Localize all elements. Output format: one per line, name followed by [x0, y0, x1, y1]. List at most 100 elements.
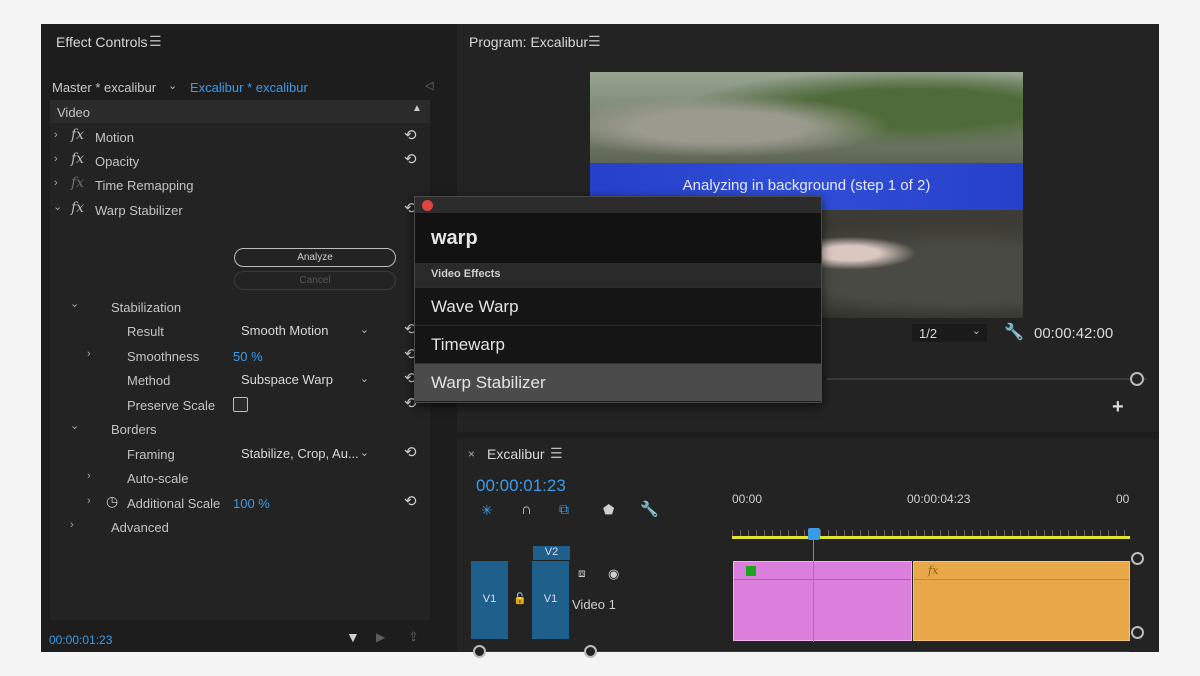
playhead-scrubber[interactable] [827, 378, 1147, 380]
fx-icon: fx [71, 175, 85, 191]
timeline-timecode[interactable]: 00:00:01:23 [476, 476, 566, 496]
chevron-down-icon[interactable]: ⌄ [168, 79, 177, 92]
marker-icon[interactable]: ⬟ [603, 502, 614, 518]
sync-lock-icon[interactable]: ⧈ [578, 566, 586, 581]
close-tab-icon[interactable]: × [468, 447, 475, 461]
source-v1-toggle[interactable]: V1 [471, 561, 508, 639]
clip-pink[interactable] [733, 561, 912, 641]
wrench-icon[interactable]: 🔧 [640, 500, 659, 518]
reset-icon[interactable]: ⟲ [404, 126, 417, 144]
timeline-tab[interactable]: Excalibur [487, 446, 545, 462]
smoothness-value[interactable]: 50 % [233, 349, 263, 364]
effect-time-remapping[interactable]: › fx Time Remapping [50, 173, 430, 196]
panel-menu-icon[interactable]: ☰ [149, 33, 162, 50]
param-additional-scale: › ◷ Additional Scale 100 % ⟲ [87, 492, 417, 511]
group-stabilization[interactable]: ⌄ Stabilization [50, 295, 430, 318]
panel-menu-icon[interactable]: ☰ [550, 445, 563, 462]
play-audio-icon: ▶ [376, 630, 386, 644]
add-button-icon[interactable]: + [1112, 396, 1124, 419]
fx-icon[interactable]: fx [71, 127, 84, 143]
horizontal-scrollbar[interactable] [479, 651, 1129, 652]
reset-icon[interactable]: ⟲ [404, 150, 417, 168]
track-end-handle[interactable] [1131, 626, 1144, 639]
program-monitor-title[interactable]: Program: Excalibur [469, 34, 588, 50]
preserve-scale-checkbox[interactable] [233, 397, 248, 412]
playhead-marker[interactable] [808, 528, 820, 540]
reset-icon[interactable]: ⟲ [404, 492, 417, 510]
fx-icon[interactable]: fx [71, 151, 84, 167]
wrench-icon[interactable]: 🔧 [1004, 322, 1024, 342]
section-video: Video ▲ [50, 100, 430, 123]
playhead-line [813, 538, 814, 642]
chevron-down-icon[interactable]: ⌄ [70, 297, 79, 310]
effect-warp-stabilizer[interactable]: ⌄ fx Warp Stabilizer ⟲ [50, 198, 430, 221]
track-name: Video 1 [572, 597, 616, 612]
fx-badge[interactable]: fx [928, 564, 938, 577]
effect-controls-timecode[interactable]: 00:00:01:23 [49, 633, 112, 647]
result-item-wave-warp[interactable]: Wave Warp [415, 287, 821, 325]
zoom-handle-left[interactable] [473, 645, 486, 658]
chevron-right-icon[interactable]: › [87, 495, 91, 507]
group-borders[interactable]: ⌄ Borders [50, 417, 430, 440]
resolution-dropdown[interactable]: 1/2 ⌄ [912, 324, 987, 342]
effect-search-input[interactable]: warp [415, 213, 821, 263]
method-dropdown[interactable]: Subspace Warp ⌄ [241, 372, 369, 388]
linked-selection-icon[interactable]: ⧉ [559, 501, 569, 518]
ruler-label-start: 00:00 [732, 492, 763, 506]
scrubber-end-handle[interactable] [1130, 372, 1144, 386]
group-advanced[interactable]: › Advanced [50, 515, 430, 538]
analyze-button[interactable]: Analyze [234, 248, 396, 267]
chevron-right-icon[interactable]: › [87, 470, 91, 482]
result-item-warp-stabilizer[interactable]: Warp Stabilizer [415, 363, 821, 401]
param-smoothness: › Smoothness 50 % ⟲ [87, 346, 417, 364]
chevron-right-icon[interactable]: › [87, 348, 91, 360]
stopwatch-icon[interactable]: ◷ [106, 493, 118, 510]
chevron-right-icon[interactable]: › [70, 519, 74, 531]
video-rocks [590, 72, 1023, 163]
param-method: Method Subspace Warp ⌄ ⟲ [127, 370, 417, 388]
timeline-panel: × Excalibur ☰ 00:00:01:23 ✳ ∩ ⧉ ⬟ 🔧 00:0… [457, 438, 1159, 658]
scroll-up-icon[interactable]: ▲ [412, 103, 422, 114]
effect-controls-panel: Effect Controls ☰ Master * excalibur ⌄ E… [41, 24, 451, 652]
chevron-right-icon[interactable]: › [54, 153, 58, 165]
lock-icon[interactable]: 🔓 [513, 592, 527, 605]
track-v2-label[interactable]: V2 [533, 546, 570, 560]
chevron-down-icon: ⌄ [971, 325, 981, 337]
chevron-down-icon: ⌄ [359, 324, 369, 336]
additional-scale-value[interactable]: 100 % [233, 496, 270, 511]
clip-orange[interactable]: fx [913, 561, 1130, 641]
effect-list: Video ▲ › fx Motion ⟲ › fx Opacity ⟲ › f… [50, 100, 430, 620]
chevron-right-icon[interactable]: › [54, 177, 58, 189]
cancel-button: Cancel [234, 271, 396, 290]
magnet-icon[interactable]: ∩ [521, 501, 532, 518]
chevron-right-icon[interactable]: › [54, 129, 58, 141]
param-result: Result Smooth Motion ⌄ ⟲ [127, 321, 417, 339]
program-timecode[interactable]: 00:00:42:00 [1034, 325, 1113, 342]
close-icon[interactable] [422, 200, 433, 211]
param-preserve-scale: Preserve Scale ⟲ [127, 395, 417, 413]
ruler-end-handle[interactable] [1131, 552, 1144, 565]
target-v1-toggle[interactable]: V1 [532, 561, 569, 639]
eye-icon[interactable]: ◉ [608, 566, 619, 582]
fx-icon[interactable]: fx [71, 200, 84, 216]
effect-motion[interactable]: › fx Motion ⟲ [50, 125, 430, 148]
effect-controls-title[interactable]: Effect Controls [56, 34, 148, 50]
tab-master[interactable]: Master * excalibur [52, 80, 156, 95]
tab-active-clip[interactable]: Excalibur * excalibur [190, 80, 308, 95]
panel-menu-icon[interactable]: ☰ [588, 33, 601, 50]
zoom-handle-right[interactable] [584, 645, 597, 658]
framing-dropdown[interactable]: Stabilize, Crop, Au... ⌄ [241, 446, 369, 462]
effect-opacity[interactable]: › fx Opacity ⟲ [50, 149, 430, 172]
reset-icon[interactable]: ⟲ [404, 443, 417, 461]
ruler-ticks[interactable] [732, 530, 1130, 539]
clip-header-line [914, 579, 1129, 580]
chevron-down-icon[interactable]: ⌄ [70, 419, 79, 432]
result-item-timewarp[interactable]: Timewarp [415, 325, 821, 363]
filter-icon[interactable]: ▼ [346, 629, 360, 645]
param-framing: Framing Stabilize, Crop, Au... ⌄ ⟲ [127, 443, 417, 462]
result-dropdown[interactable]: Smooth Motion ⌄ [241, 323, 369, 339]
chevron-down-icon[interactable]: ⌄ [53, 200, 62, 213]
collapse-icon[interactable]: ◁ [425, 79, 433, 92]
ruler-label-end: 00 [1116, 492, 1130, 506]
snap-icon[interactable]: ✳ [481, 502, 493, 519]
